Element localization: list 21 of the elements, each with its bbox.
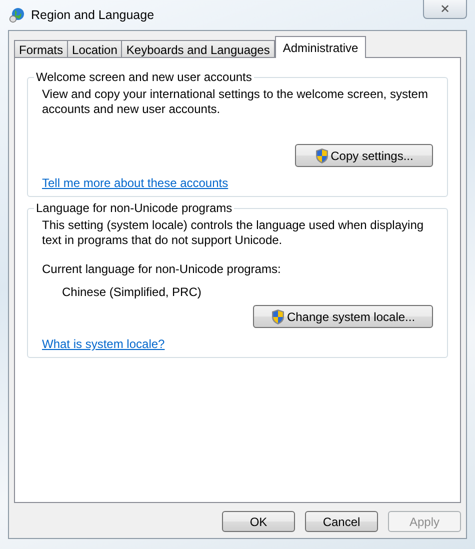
shield-icon xyxy=(314,148,329,164)
tab[interactable]: Location xyxy=(67,40,122,58)
tab[interactable]: Administrative xyxy=(274,36,366,58)
close-button[interactable]: ✕ xyxy=(423,0,467,19)
help-link[interactable]: What is system locale? xyxy=(42,337,165,351)
settings-button[interactable]: Copy settings... xyxy=(295,144,433,167)
help-link[interactable]: Tell me more about these accounts xyxy=(42,176,228,190)
shield-icon xyxy=(270,308,285,324)
window-title: Region and Language xyxy=(31,8,154,22)
current-language-label: Current language for non-Unicode programs: xyxy=(42,262,282,276)
current-language-value: Chinese (Simplified, PRC) xyxy=(62,285,202,299)
group-title: Welcome screen and new user accounts xyxy=(35,70,253,84)
dialog-button[interactable]: Cancel xyxy=(305,511,378,532)
settings-button[interactable]: Change system locale... xyxy=(253,305,433,328)
description-text: View and copy your international settings to the welcome screen, system accounts and new user accounts. xyxy=(42,87,429,117)
dialog-button[interactable]: OK xyxy=(222,511,295,532)
group-title: Language for non-Unicode programs xyxy=(35,201,234,215)
globe-icon xyxy=(9,7,25,23)
description-text: This setting (system locale) controls the language used when displaying text in programs that do not support Unicode. xyxy=(42,218,425,248)
tab[interactable]: Keyboards and Languages xyxy=(121,40,275,58)
tab[interactable]: Formats xyxy=(14,40,68,58)
